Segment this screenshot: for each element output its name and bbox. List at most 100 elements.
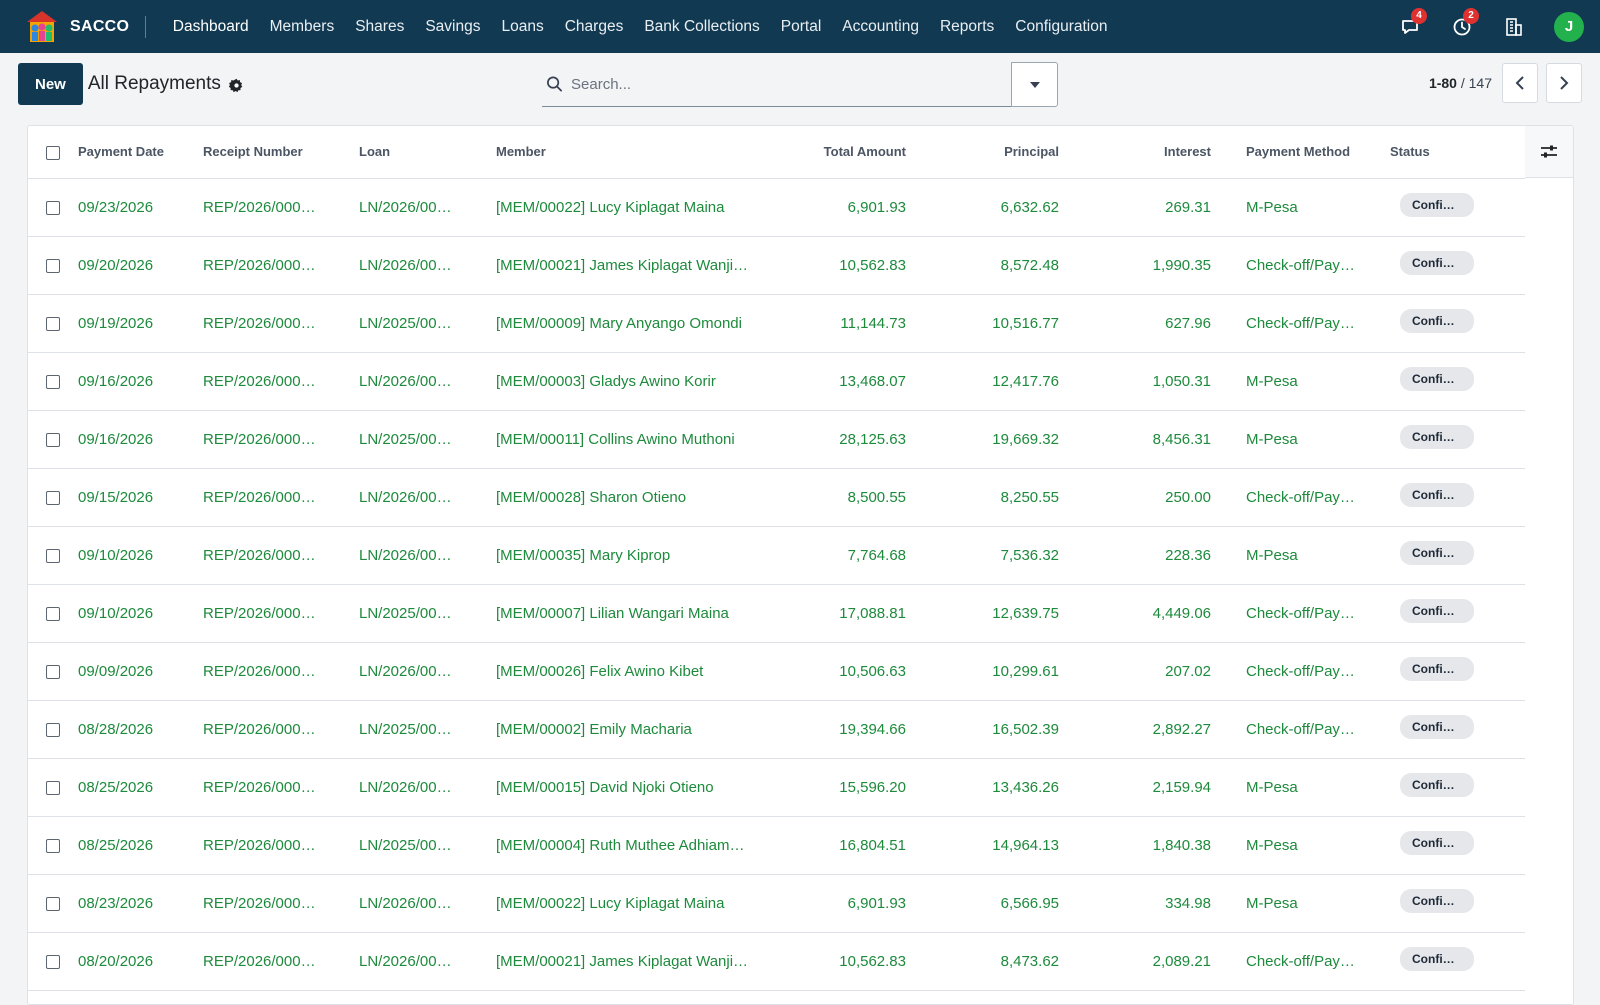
cell-payment-date[interactable]: 09/23/2026 <box>78 178 203 237</box>
cell-payment-method[interactable]: M-Pesa <box>1211 410 1358 469</box>
header-interest[interactable]: Interest <box>1059 126 1211 179</box>
row-checkbox[interactable] <box>46 722 60 737</box>
row-checkbox[interactable] <box>46 374 60 389</box>
search-options-toggle[interactable] <box>1011 62 1058 107</box>
cell-payment-method[interactable]: Check-off/Pay… <box>1211 294 1358 353</box>
messages-button[interactable]: 4 <box>1388 5 1432 49</box>
cell-payment-method[interactable]: M-Pesa <box>1211 526 1358 585</box>
cell-payment-date[interactable]: 09/09/2026 <box>78 642 203 701</box>
table-row[interactable]: 09/09/2026 REP/2026/000… LN/2026/00… [MEM/0… <box>28 642 1525 701</box>
cell-interest[interactable]: 1,990.35 <box>1059 236 1211 295</box>
cell-loan[interactable]: LN/2025/00… <box>359 294 496 353</box>
cell-payment-date[interactable]: 08/28/2026 <box>78 700 203 759</box>
cell-payment-method[interactable]: M-Pesa <box>1211 816 1358 875</box>
table-row[interactable]: 09/10/2026 REP/2026/000… LN/2025/00… [MEM/0… <box>28 584 1525 643</box>
cell-loan[interactable]: LN/2026/00… <box>359 468 496 527</box>
cell-total-amount[interactable]: 10,562.83 <box>766 236 906 295</box>
cell-principal[interactable]: 7,536.32 <box>906 526 1059 585</box>
cell-total-amount[interactable]: 11,144.73 <box>766 294 906 353</box>
row-checkbox[interactable] <box>46 780 60 795</box>
cell-member[interactable]: [MEM/00028] Sharon Otieno <box>496 468 766 527</box>
cell-payment-method[interactable]: Check-off/Pay… <box>1211 932 1358 991</box>
menu-item-bank-collections[interactable]: Bank Collections <box>634 18 770 36</box>
header-status[interactable]: Status <box>1358 126 1525 179</box>
menu-item-savings[interactable]: Savings <box>415 18 491 36</box>
cell-payment-method[interactable]: M-Pesa <box>1211 352 1358 411</box>
cell-loan[interactable]: LN/2026/00… <box>359 352 496 411</box>
cell-receipt-number[interactable]: REP/2026/000… <box>203 758 359 817</box>
row-checkbox-cell[interactable] <box>28 584 78 643</box>
cell-interest[interactable]: 1,050.31 <box>1059 352 1211 411</box>
row-checkbox-cell[interactable] <box>28 410 78 469</box>
table-row[interactable]: 08/25/2026 REP/2026/000… LN/2026/00… [MEM/0… <box>28 758 1525 817</box>
row-checkbox-cell[interactable] <box>28 236 78 295</box>
row-checkbox-cell[interactable] <box>28 468 78 527</box>
cell-payment-method[interactable]: Check-off/Pay… <box>1211 236 1358 295</box>
header-principal[interactable]: Principal <box>906 126 1059 179</box>
menu-item-portal[interactable]: Portal <box>770 18 832 36</box>
cell-member[interactable]: [MEM/00021] James Kiplagat Wanji… <box>496 932 766 991</box>
cell-interest[interactable]: 4,449.06 <box>1059 584 1211 643</box>
cell-receipt-number[interactable]: REP/2026/000… <box>203 410 359 469</box>
cell-interest[interactable]: 1,840.38 <box>1059 816 1211 875</box>
cell-principal[interactable]: 12,639.75 <box>906 584 1059 643</box>
cell-loan[interactable]: LN/2025/00… <box>359 816 496 875</box>
select-all-checkbox[interactable] <box>46 145 60 160</box>
cell-principal[interactable]: 6,632.62 <box>906 178 1059 237</box>
cell-total-amount[interactable]: 8,500.55 <box>766 468 906 527</box>
activities-button[interactable]: 2 <box>1440 5 1484 49</box>
row-checkbox-cell[interactable] <box>28 932 78 991</box>
user-avatar[interactable]: J <box>1554 11 1584 42</box>
cell-receipt-number[interactable]: REP/2026/000… <box>203 526 359 585</box>
menu-item-loans[interactable]: Loans <box>491 18 554 36</box>
table-row[interactable]: 09/10/2026 REP/2026/000… LN/2026/00… [MEM/0… <box>28 526 1525 585</box>
cell-payment-date[interactable]: 08/25/2026 <box>78 816 203 875</box>
table-row[interactable]: 09/23/2026 REP/2026/000… LN/2026/00… [MEM/0… <box>28 178 1525 237</box>
row-checkbox-cell[interactable] <box>28 352 78 411</box>
cell-payment-date[interactable]: 09/19/2026 <box>78 294 203 353</box>
cell-member[interactable]: [MEM/00022] Lucy Kiplagat Maina <box>496 178 766 237</box>
cell-receipt-number[interactable]: REP/2026/000… <box>203 642 359 701</box>
cell-member[interactable]: [MEM/00004] Ruth Muthee Adhiam… <box>496 816 766 875</box>
row-checkbox[interactable] <box>46 316 60 331</box>
new-button[interactable]: New <box>18 63 83 105</box>
cell-principal[interactable]: 19,669.32 <box>906 410 1059 469</box>
cell-receipt-number[interactable]: REP/2026/000… <box>203 352 359 411</box>
cell-interest[interactable]: 250.00 <box>1059 468 1211 527</box>
table-row[interactable]: 09/20/2026 REP/2026/000… LN/2026/00… [MEM/0… <box>28 236 1525 295</box>
cell-interest[interactable]: 207.02 <box>1059 642 1211 701</box>
menu-item-charges[interactable]: Charges <box>554 18 634 36</box>
row-checkbox-cell[interactable] <box>28 758 78 817</box>
cell-total-amount[interactable]: 19,394.66 <box>766 700 906 759</box>
header-payment-date[interactable]: Payment Date <box>78 126 203 179</box>
row-checkbox-cell[interactable] <box>28 294 78 353</box>
cell-payment-date[interactable]: 09/20/2026 <box>78 236 203 295</box>
cell-payment-method[interactable]: Check-off/Pay… <box>1211 584 1358 643</box>
row-checkbox-cell[interactable] <box>28 874 78 933</box>
brand[interactable]: SACCO <box>24 9 129 45</box>
header-loan[interactable]: Loan <box>359 126 496 179</box>
menu-item-configuration[interactable]: Configuration <box>1005 18 1118 36</box>
cell-interest[interactable]: 2,089.21 <box>1059 932 1211 991</box>
cell-interest[interactable]: 8,456.31 <box>1059 410 1211 469</box>
cell-loan[interactable]: LN/2025/00… <box>359 410 496 469</box>
cell-member[interactable]: [MEM/00007] Lilian Wangari Maina <box>496 584 766 643</box>
row-checkbox[interactable] <box>46 664 60 679</box>
cell-member[interactable]: [MEM/00026] Felix Awino Kibet <box>496 642 766 701</box>
header-receipt-number[interactable]: Receipt Number <box>203 126 359 179</box>
cell-total-amount[interactable]: 15,596.20 <box>766 758 906 817</box>
cell-member[interactable]: [MEM/00021] James Kiplagat Wanji… <box>496 236 766 295</box>
cell-receipt-number[interactable]: REP/2026/000… <box>203 468 359 527</box>
menu-item-accounting[interactable]: Accounting <box>832 18 930 36</box>
cell-interest[interactable]: 269.31 <box>1059 178 1211 237</box>
cell-total-amount[interactable]: 10,506.63 <box>766 642 906 701</box>
cell-total-amount[interactable]: 6,901.93 <box>766 178 906 237</box>
cell-principal[interactable]: 8,250.55 <box>906 468 1059 527</box>
cell-payment-date[interactable]: 09/15/2026 <box>78 468 203 527</box>
cell-total-amount[interactable]: 6,901.93 <box>766 874 906 933</box>
cell-loan[interactable]: LN/2026/00… <box>359 642 496 701</box>
cell-member[interactable]: [MEM/00022] Lucy Kiplagat Maina <box>496 874 766 933</box>
cell-principal[interactable]: 8,572.48 <box>906 236 1059 295</box>
cell-member[interactable]: [MEM/00015] David Njoki Otieno <box>496 758 766 817</box>
cell-payment-method[interactable]: Check-off/Pay… <box>1211 468 1358 527</box>
